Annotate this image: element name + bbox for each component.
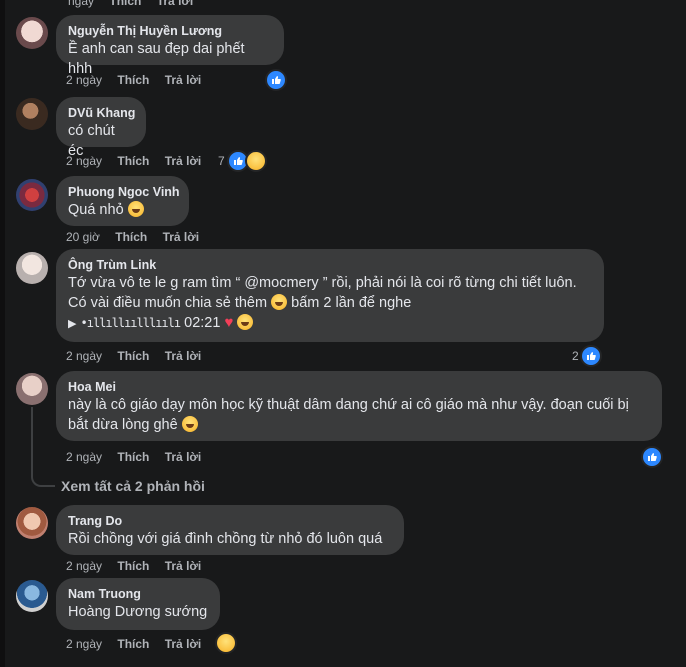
comment-bubble: Phuong Ngoc Vinh Quá nhỏ — [56, 176, 189, 226]
reaction-summary[interactable] — [215, 632, 237, 654]
heart-icon: ♥ — [224, 314, 234, 331]
timestamp[interactable]: 2 ngày — [66, 637, 102, 651]
like-link[interactable]: Thích — [109, 0, 141, 8]
comment-bubble: Nguyễn Thị Huyền Lương Ề anh can sau đẹp… — [56, 15, 284, 77]
comment-author[interactable]: Phuong Ngoc Vinh — [68, 184, 180, 200]
reaction-count: 7 — [218, 154, 225, 168]
comment-author[interactable]: Ông Trùm Link — [68, 257, 592, 273]
prev-comment-actions: ngày Thích Trả lời — [68, 0, 205, 9]
timestamp: ngày — [68, 0, 95, 8]
grinning-emoji-icon — [181, 416, 198, 432]
timestamp[interactable]: 2 ngày — [66, 450, 102, 464]
comment-bubble: Hoa Mei này là cô giáo dạy môn học kỹ th… — [56, 371, 662, 441]
reply-link[interactable]: Trả lời — [163, 230, 200, 244]
like-icon — [641, 446, 663, 468]
haha-icon — [215, 632, 237, 654]
reaction-summary[interactable] — [265, 69, 287, 91]
comment-text: Có vài điều muốn chia sẻ thêm bấm 2 lần … — [68, 294, 412, 311]
haha-icon — [244, 150, 267, 172]
comment-bubble: Nam Truong Hoàng Dương sướng — [56, 578, 220, 630]
comment-text: Tớ vừa vô te le g ram tìm “ @mocmery ” r… — [68, 275, 577, 291]
comment-text: này là cô giáo dạy môn học kỹ thuật dâm … — [68, 397, 629, 413]
like-icon — [579, 345, 602, 367]
sad-emoji-icon — [271, 294, 288, 310]
avatar[interactable] — [16, 580, 48, 612]
reply-link[interactable]: Trả lời — [165, 154, 202, 168]
reply-link[interactable]: Trả lời — [157, 0, 194, 8]
avatar[interactable] — [16, 507, 48, 539]
reply-link[interactable]: Trả lời — [165, 73, 202, 87]
avatar[interactable] — [16, 17, 48, 49]
avatar[interactable] — [16, 373, 48, 405]
comment-bubble: Ông Trùm Link Tớ vừa vô te le g ram tìm … — [56, 249, 604, 342]
reaction-summary[interactable] — [641, 446, 663, 468]
comment-actions: 2 ngày Thích Trả lời — [66, 558, 213, 574]
comment-actions: 2 ngày Thích Trả lời — [66, 449, 213, 465]
avatar[interactable] — [16, 252, 48, 284]
comment-actions: 2 ngày Thích Trả lời — [66, 636, 213, 652]
reaction-count: 2 — [572, 349, 579, 363]
comment-actions: 2 ngày Thích Trả lời — [66, 72, 213, 88]
timestamp[interactable]: 2 ngày — [66, 73, 102, 87]
comment-text: bắt dừa lòng ghê — [68, 415, 650, 435]
comment-author[interactable]: DVũ Khang — [68, 105, 135, 121]
like-link[interactable]: Thích — [117, 73, 149, 87]
like-link[interactable]: Thích — [117, 450, 149, 464]
comment-author[interactable]: Trang Do — [68, 513, 392, 529]
waveform: •ıllıllıılllıılı — [80, 316, 182, 331]
reaction-summary[interactable]: 2 — [572, 345, 602, 367]
comment-author[interactable]: Hoa Mei — [68, 379, 650, 395]
timestamp[interactable]: 20 giờ — [66, 230, 100, 244]
like-link[interactable]: Thích — [117, 637, 149, 651]
like-link[interactable]: Thích — [117, 349, 149, 363]
reply-link[interactable]: Trả lời — [165, 349, 202, 363]
thread-line — [31, 407, 55, 487]
comment-author[interactable]: Nam Truong — [68, 586, 208, 602]
comment-text: Rồi chồng với giá đình chồng từ nhỏ đó l… — [68, 531, 383, 547]
comment-author[interactable]: Nguyễn Thị Huyền Lương — [68, 23, 272, 39]
reply-link[interactable]: Trả lời — [165, 450, 202, 464]
audio-duration: 02:21 — [184, 315, 221, 331]
left-edge — [0, 0, 5, 667]
comment-actions: 20 giờ Thích Trả lời — [66, 229, 211, 245]
comment-actions: 2 ngày Thích Trả lời — [66, 153, 213, 169]
comment-text: Hoàng Dương sướng — [68, 604, 208, 620]
audio-clip[interactable]: ▶ •ıllıllıılllıılı 02:21 ♥ — [68, 313, 592, 334]
grinning-emoji-icon — [127, 201, 144, 217]
view-replies-link[interactable]: Xem tất cả 2 phản hồi — [61, 478, 205, 494]
comment-bubble: Trang Do Rồi chồng với giá đình chồng từ… — [56, 505, 404, 555]
comment-text: Quá nhỏ — [68, 200, 177, 220]
avatar[interactable] — [16, 98, 48, 130]
play-icon[interactable]: ▶ — [68, 318, 76, 330]
like-link[interactable]: Thích — [117, 559, 149, 573]
like-link[interactable]: Thích — [115, 230, 147, 244]
reply-link[interactable]: Trả lời — [165, 637, 202, 651]
comment-actions: 2 ngày Thích Trả lời — [66, 348, 213, 364]
avatar[interactable] — [16, 179, 48, 211]
reply-link[interactable]: Trả lời — [165, 559, 202, 573]
timestamp[interactable]: 2 ngày — [66, 349, 102, 363]
like-icon — [265, 69, 287, 91]
timestamp[interactable]: 2 ngày — [66, 154, 102, 168]
timestamp[interactable]: 2 ngày — [66, 559, 102, 573]
haha-icon — [237, 314, 254, 330]
like-link[interactable]: Thích — [117, 154, 149, 168]
comment-bubble: DVũ Khang có chút éc — [56, 97, 146, 159]
reaction-summary[interactable]: 7 — [218, 150, 267, 172]
